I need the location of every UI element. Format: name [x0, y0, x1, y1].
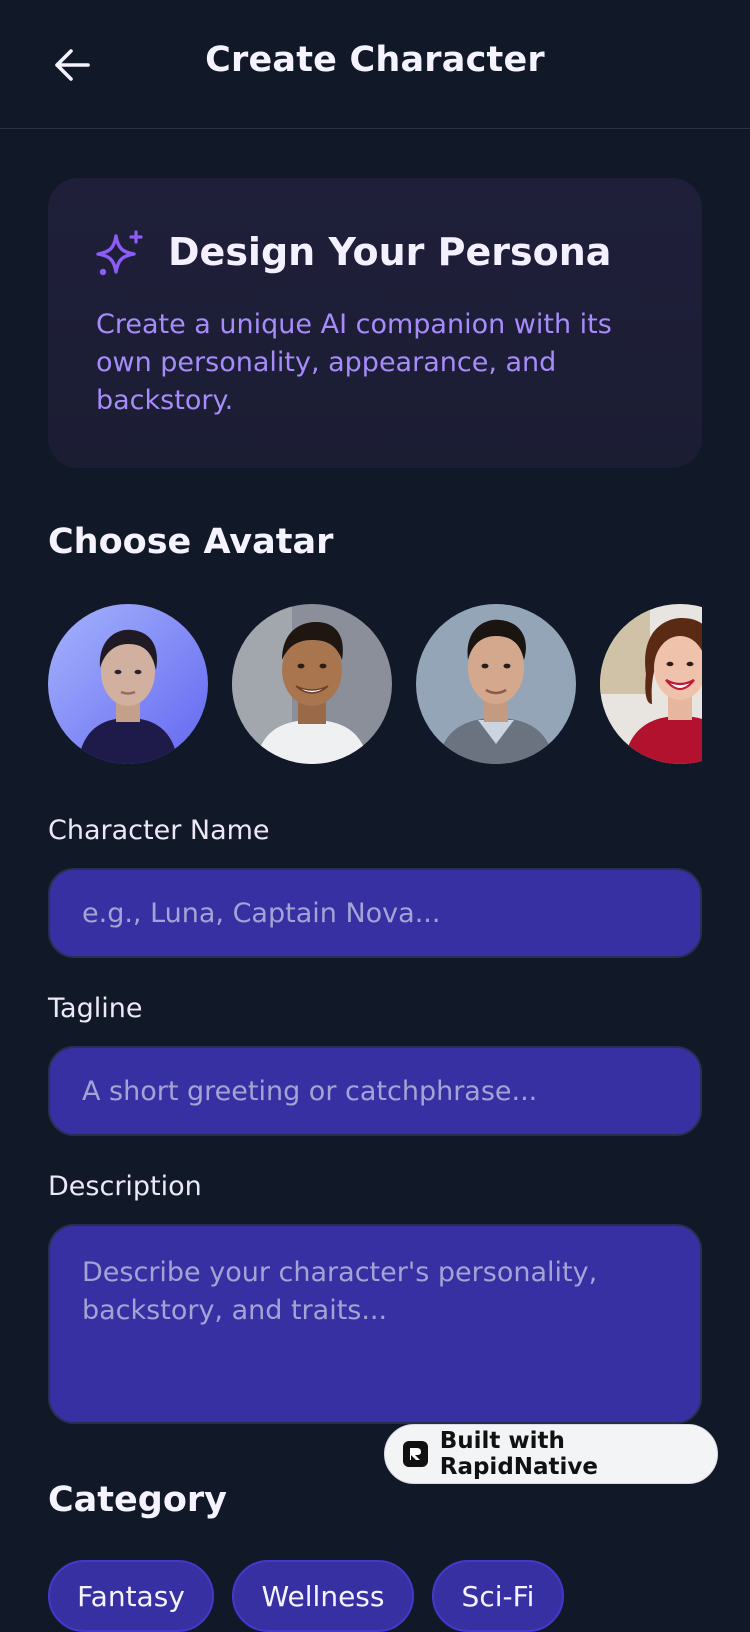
tagline-label: Tagline — [48, 993, 143, 1024]
tagline-placeholder: A short greeting or catchphrase... — [82, 1075, 538, 1107]
category-chip-fantasy[interactable]: Fantasy — [48, 1560, 214, 1632]
description-textarea[interactable]: Describe your character's personality, b… — [48, 1224, 702, 1424]
avatar-woman-red-image — [600, 604, 702, 764]
avatar-woman-blue-image — [48, 604, 208, 764]
persona-intro-card: Design Your Persona Create a unique AI c… — [48, 178, 702, 468]
badge-label: Built with RapidNative — [439, 1428, 599, 1480]
avatar-option-1[interactable] — [48, 604, 208, 764]
sparkles-icon — [96, 230, 143, 276]
character-name-placeholder: e.g., Luna, Captain Nova... — [82, 897, 441, 929]
avatar-man-smiling-image — [232, 604, 392, 764]
hero-title: Design Your Persona — [168, 230, 612, 274]
page-title: Create Character — [205, 40, 545, 80]
header-bar: Create Character — [0, 0, 750, 129]
description-label: Description — [48, 1171, 202, 1202]
category-chip-scifi[interactable]: Sci-Fi — [432, 1560, 564, 1632]
rapidnative-logo-icon — [403, 1441, 428, 1467]
character-name-label: Character Name — [48, 815, 270, 846]
tagline-input[interactable]: A short greeting or catchphrase... — [48, 1046, 702, 1136]
hero-description: Create a unique AI companion with its ow… — [96, 309, 612, 416]
avatar-option-2[interactable] — [232, 604, 392, 764]
avatar-option-3[interactable] — [416, 604, 576, 764]
category-chip-wellness[interactable]: Wellness — [232, 1560, 414, 1632]
description-placeholder: Describe your character's personality, b… — [82, 1257, 598, 1326]
character-name-input[interactable]: e.g., Luna, Captain Nova... — [48, 868, 702, 958]
avatar-man-sweater-image — [416, 604, 576, 764]
avatar-option-4[interactable] — [600, 604, 702, 764]
category-title: Category — [48, 1480, 227, 1520]
built-with-badge[interactable]: Built with RapidNative — [384, 1424, 718, 1484]
choose-avatar-title: Choose Avatar — [48, 522, 334, 562]
avatar-carousel[interactable] — [48, 604, 702, 766]
